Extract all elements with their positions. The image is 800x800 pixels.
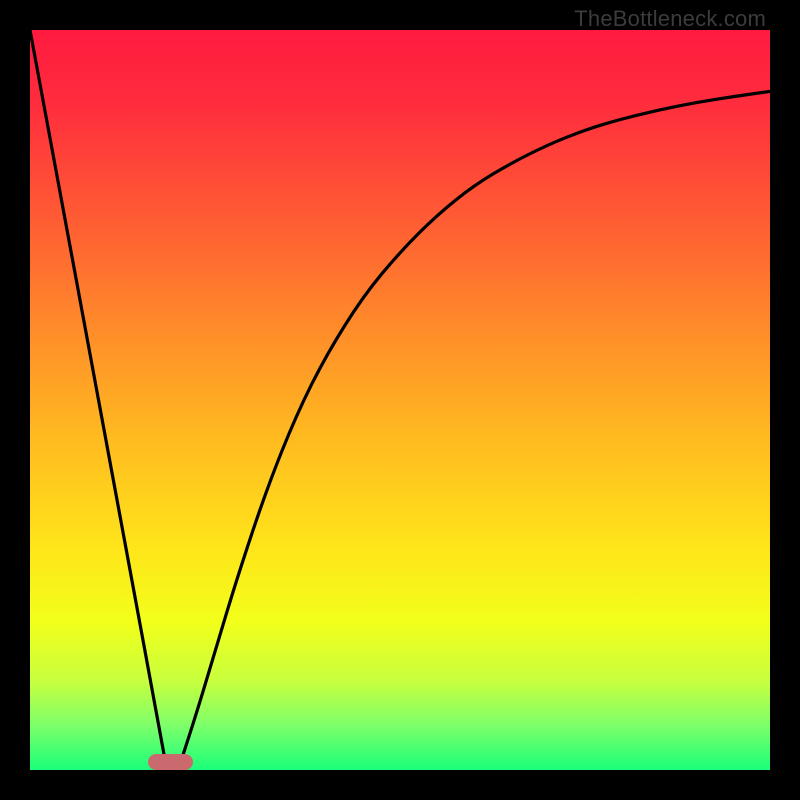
plot-area [30,30,770,770]
watermark-text: TheBottleneck.com [574,6,766,32]
curve-right-segment [178,91,770,770]
optimal-range-marker [148,754,192,770]
outer-frame: TheBottleneck.com [0,0,800,800]
curve-left-segment [30,30,167,770]
bottleneck-curve [30,30,770,770]
